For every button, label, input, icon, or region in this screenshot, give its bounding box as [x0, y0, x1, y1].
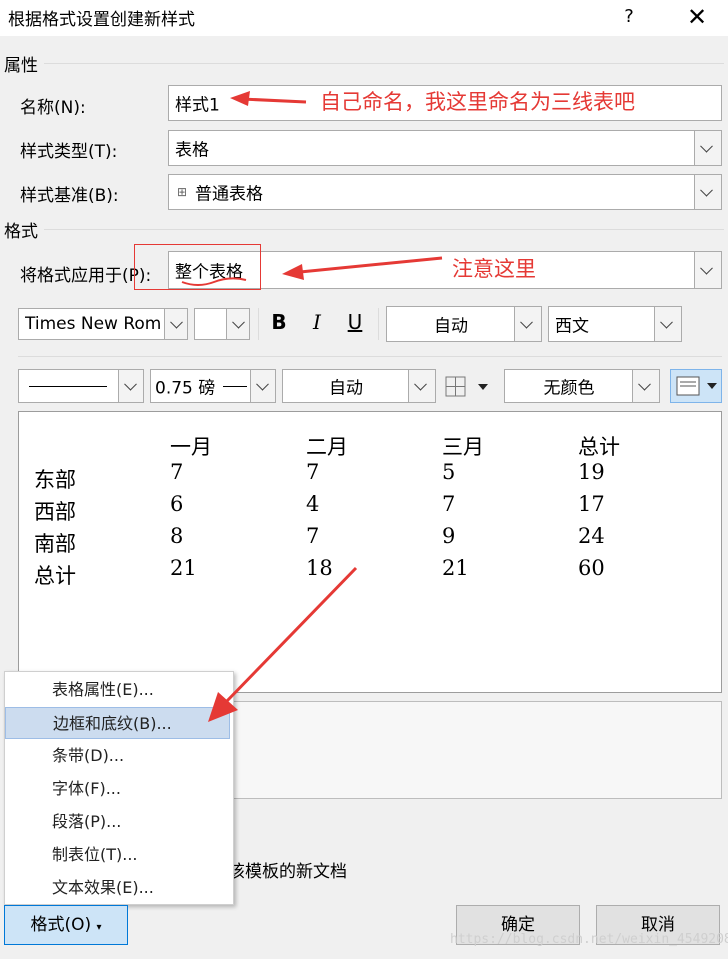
- preview-cell: 17: [578, 492, 605, 516]
- preview-header-cell: 一月: [170, 435, 212, 459]
- chevron-down-icon[interactable]: [164, 309, 187, 339]
- font-color-value: 自动: [434, 316, 468, 337]
- preview-cell: 7: [306, 460, 320, 484]
- line-width-sample: [223, 386, 247, 387]
- arrow-icon: [208, 566, 358, 722]
- format-button-label: 格式(O): [30, 915, 92, 935]
- preview-row-label: 总计: [34, 564, 76, 588]
- chevron-down-icon[interactable]: [694, 252, 721, 288]
- preview-header-cell: 总计: [578, 435, 620, 459]
- preview-cell: 60: [578, 556, 605, 580]
- preview-cell: 21: [170, 556, 197, 580]
- table-style-icon: ⊞: [177, 185, 188, 199]
- shading-select[interactable]: 无颜色: [504, 369, 660, 403]
- apply-to-label: 将格式应用于(P):: [20, 266, 152, 286]
- menu-item[interactable]: 边框和底纹(B)...: [5, 707, 230, 739]
- help-button[interactable]: ?: [612, 2, 646, 32]
- preview-cell: 21: [442, 556, 469, 580]
- menu-item[interactable]: 段落(P)...: [5, 806, 230, 838]
- cell-alignment-button[interactable]: [670, 369, 722, 403]
- bold-button[interactable]: B: [264, 310, 294, 338]
- name-input-value: 样式1: [175, 95, 220, 116]
- apply-annotation: 注意这里: [452, 257, 536, 281]
- menu-item[interactable]: 表格属性(E)...: [5, 674, 230, 706]
- shading-value: 无颜色: [543, 378, 595, 399]
- arrow-icon: [282, 256, 443, 280]
- watermark: https://blog.csdn.net/weixin_45492081: [450, 932, 728, 947]
- dialog-title: 根据格式设置创建新样式: [8, 10, 195, 30]
- name-label: 名称(N):: [20, 98, 86, 118]
- font-name-select[interactable]: Times New Roma: [18, 308, 188, 340]
- preview-header-cell: 二月: [306, 435, 348, 459]
- font-size-select[interactable]: [194, 308, 250, 340]
- line-style-select[interactable]: [18, 369, 144, 403]
- chevron-down-icon[interactable]: [226, 309, 249, 339]
- line-style-sample: [29, 386, 107, 387]
- menu-item[interactable]: 文本效果(E)...: [5, 872, 230, 904]
- alignment-icon: [676, 376, 717, 396]
- toolbar-separator: [258, 308, 259, 340]
- arrow-icon: [230, 91, 307, 106]
- preview-cell: 7: [170, 460, 184, 484]
- chevron-down-icon[interactable]: [250, 370, 275, 402]
- properties-group-title: 属性: [4, 56, 38, 76]
- font-name-value: Times New Roma: [25, 314, 161, 334]
- toolbar-separator: [378, 308, 379, 340]
- preview-cell: 6: [170, 492, 184, 516]
- border-color-select[interactable]: 自动: [282, 369, 436, 403]
- preview-cell: 9: [442, 524, 456, 548]
- properties-divider: [44, 63, 724, 64]
- line-width-select[interactable]: 0.75 磅: [150, 369, 276, 403]
- style-base-select[interactable]: ⊞ 普通表格: [168, 174, 722, 210]
- toolbar-divider: [18, 356, 722, 357]
- preview-cell: 7: [306, 524, 320, 548]
- chevron-down-icon[interactable]: [408, 370, 435, 402]
- script-select[interactable]: 西文: [548, 306, 682, 342]
- style-type-value: 表格: [175, 140, 209, 161]
- preview-cell: 4: [306, 492, 320, 516]
- style-type-select[interactable]: 表格: [168, 130, 722, 166]
- border-color-value: 自动: [329, 378, 363, 399]
- preview-cell: 24: [578, 524, 605, 548]
- preview-row-label: 西部: [34, 500, 76, 524]
- italic-button[interactable]: I: [302, 310, 332, 338]
- preview-cell: 5: [442, 460, 456, 484]
- menu-item[interactable]: 条带(D)...: [5, 740, 230, 772]
- preview-cell: 19: [578, 460, 605, 484]
- chevron-down-icon[interactable]: [514, 307, 541, 341]
- style-base-value: 普通表格: [195, 184, 263, 205]
- line-width-value: 0.75 磅: [155, 378, 216, 399]
- chevron-down-icon[interactable]: [654, 307, 681, 341]
- preview-row-label: 南部: [34, 532, 76, 556]
- borders-grid-icon: [445, 376, 488, 397]
- chevron-down-icon[interactable]: [118, 370, 143, 402]
- preview-cell: 7: [442, 492, 456, 516]
- borders-button[interactable]: [444, 374, 494, 400]
- chevron-down-icon[interactable]: [694, 131, 721, 165]
- caret-down-icon: ▾: [96, 922, 102, 933]
- format-button[interactable]: 格式(O) ▾: [4, 905, 128, 945]
- preview-cell: 8: [170, 524, 184, 548]
- underline-button[interactable]: U: [340, 310, 370, 338]
- chevron-down-icon[interactable]: [632, 370, 659, 402]
- chevron-down-icon[interactable]: [694, 175, 721, 209]
- format-divider: [44, 229, 724, 230]
- style-base-label: 样式基准(B):: [20, 186, 119, 206]
- font-color-select[interactable]: 自动: [386, 306, 542, 342]
- close-button[interactable]: ✕: [676, 2, 718, 32]
- underline-scribble: [181, 277, 247, 286]
- script-value: 西文: [555, 316, 589, 337]
- format-group-title: 格式: [4, 222, 38, 242]
- name-annotation: 自己命名，我这里命名为三线表吧: [320, 90, 635, 114]
- template-option-text: 该模板的新文档: [228, 862, 347, 882]
- preview-row-label: 东部: [34, 468, 76, 492]
- menu-item[interactable]: 制表位(T)...: [5, 839, 230, 871]
- menu-item[interactable]: 字体(F)...: [5, 773, 230, 805]
- preview-header-cell: 三月: [442, 435, 484, 459]
- style-type-label: 样式类型(T):: [20, 142, 118, 162]
